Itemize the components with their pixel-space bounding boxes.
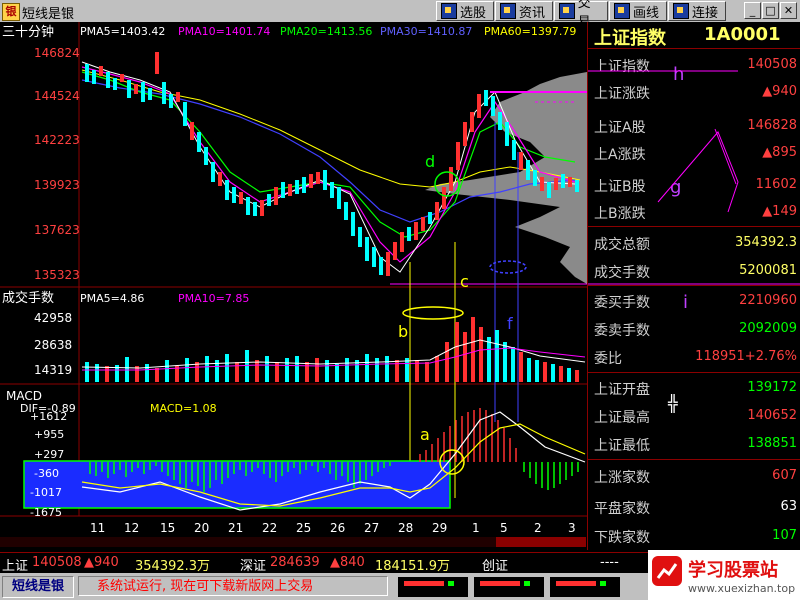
news-icon: [500, 3, 516, 19]
draw-line-label: 画线: [633, 5, 660, 21]
watermark-icon: [652, 556, 682, 586]
price-tick: 137623: [34, 223, 80, 237]
ma20-label: PMA20=1413.56: [280, 25, 372, 38]
ticker-sh-change: ▲940: [84, 555, 119, 570]
panel-annotations: [588, 70, 800, 285]
vol-tick: 14319: [34, 363, 72, 377]
date-tick: 22: [262, 521, 277, 535]
ticker-cy-value: ----: [600, 555, 619, 570]
price-tick: 139923: [34, 178, 80, 192]
watermark-site-name: 学习股票站: [688, 560, 778, 581]
date-axis: 11 12 15 20 21 22 25 26 27 28 29 1 5 2 3: [90, 521, 576, 535]
connect-label: 连接: [692, 5, 719, 21]
highlight-box: [23, 460, 451, 509]
ticker-sz-change: ▲840: [330, 555, 365, 570]
macd-label: MACD=1.08: [150, 402, 217, 415]
trade-icon: [559, 3, 575, 19]
date-tick: 26: [330, 521, 345, 535]
annotation-f: f: [507, 314, 513, 333]
app-title: 短线是银: [22, 7, 75, 22]
status-indicator-2: [474, 577, 544, 597]
period-label: 三十分钟: [2, 24, 54, 40]
price-tick: 135323: [34, 268, 80, 282]
date-tick: 11: [90, 521, 105, 535]
macd-tick: -1017: [30, 486, 62, 499]
ticker-sz-name: 深证: [240, 559, 267, 574]
scrollbar[interactable]: [496, 537, 586, 547]
status-indicator-1: [398, 577, 468, 597]
price-tick: 142223: [34, 133, 80, 147]
price-tick: 146824: [34, 46, 80, 60]
macd-title: MACD: [6, 389, 42, 403]
news-button[interactable]: 资讯: [495, 1, 553, 21]
connect-icon: [673, 3, 689, 19]
annotation-d: d: [425, 152, 435, 171]
pick-stock-label: 选股: [460, 5, 487, 21]
date-tick: 12: [124, 521, 139, 535]
pick-stock-icon: [441, 3, 457, 19]
title-bar: 银 短线是银 选股 资讯 交易 画线 连接 _ □ ✕: [0, 0, 800, 30]
crosshair-cursor: ╬: [668, 394, 678, 413]
date-tick: 20: [194, 521, 209, 535]
macd-tick: -1675: [30, 506, 62, 519]
status-app-name: 短线是银: [2, 576, 74, 598]
date-tick: 28: [398, 521, 413, 535]
date-tick: 15: [160, 521, 175, 535]
annotation-b: b: [398, 322, 408, 341]
ma5-label: PMA5=1403.42: [80, 25, 165, 38]
news-label: 资讯: [519, 5, 546, 21]
ticker-sh-amount: 354392.3万: [135, 559, 211, 574]
trade-button[interactable]: 交易: [554, 0, 608, 30]
connect-button[interactable]: 连接: [668, 1, 726, 21]
date-tick: 3: [568, 521, 576, 535]
annotation-a: a: [420, 425, 430, 444]
macd-tick: -360: [34, 467, 59, 480]
watermark-logo: 学习股票站 www.xuexizhan.top: [648, 550, 800, 600]
ma30-label: PMA30=1410.87: [380, 25, 472, 38]
ticker-sh-name: 上证: [2, 559, 29, 574]
watermark-url: www.xuexizhan.top: [688, 582, 796, 595]
date-tick: 29: [432, 521, 447, 535]
status-indicator-3: [550, 577, 620, 597]
minimize-button[interactable]: _: [744, 2, 761, 19]
ticker-sz-amount: 184151.9万: [375, 559, 451, 574]
pick-stock-button[interactable]: 选股: [436, 1, 494, 21]
draw-line-icon: [614, 3, 630, 19]
vol-tick: 28638: [34, 338, 72, 352]
annotation-c: c: [460, 272, 469, 291]
maximize-button[interactable]: □: [762, 2, 779, 19]
date-tick: 2: [534, 521, 542, 535]
vol-ma5-label: PMA5=4.86: [80, 292, 144, 305]
vol-ma10-label: PMA10=7.85: [178, 292, 249, 305]
date-tick: 25: [296, 521, 311, 535]
date-tick: 21: [228, 521, 243, 535]
ma60-label: PMA60=1397.79: [484, 25, 576, 38]
macd-tick: +955: [34, 428, 64, 441]
macd-tick: +1612: [30, 410, 67, 423]
draw-line-button[interactable]: 画线: [609, 1, 667, 21]
ma10-label: PMA10=1401.74: [178, 25, 270, 38]
status-message: 系统试运行, 现在可下载新版网上交易: [78, 576, 388, 596]
ticker-sh-value: 140508: [32, 555, 82, 570]
date-tick: 5: [500, 521, 508, 535]
scroll-track[interactable]: [0, 537, 496, 547]
macd-tick: +297: [34, 448, 64, 461]
price-tick: 144524: [34, 89, 80, 103]
date-tick: 1: [472, 521, 480, 535]
date-tick: 27: [364, 521, 379, 535]
close-button[interactable]: ✕: [780, 2, 797, 19]
vol-tick: 42958: [34, 311, 72, 325]
info-panel: 上证指数 1A0001 上证指数 140508 上证涨跌 ▲940 上证A股 1468…: [587, 22, 800, 550]
kline-chart[interactable]: 三十分钟 PMA5=1403.42 PMA10=1401.74 PMA20=14…: [0, 22, 587, 552]
app-icon: 银: [2, 3, 20, 21]
volume-title: 成交手数: [2, 290, 54, 306]
ticker-cy-name: 创证: [482, 559, 509, 574]
ticker-sz-value: 284639: [270, 555, 320, 570]
